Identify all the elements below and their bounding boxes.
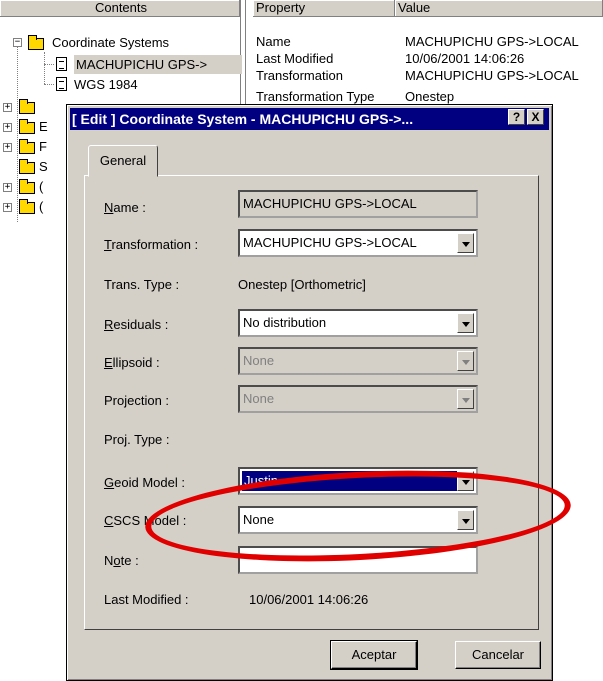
property-name: Transformation [256, 68, 343, 83]
tree-line [44, 64, 54, 65]
cancel-button[interactable]: Cancelar [455, 641, 541, 669]
expand-toggle[interactable]: + [3, 203, 12, 212]
tree-line [44, 84, 54, 85]
transformation-value: MACHUPICHU GPS->LOCAL [243, 235, 417, 250]
trans-type-label: Trans. Type : [104, 277, 180, 292]
property-name: Transformation Type [256, 89, 375, 104]
expand-toggle[interactable]: + [3, 143, 12, 152]
ellipsoid-select: None [238, 347, 478, 375]
chevron-down-icon [457, 351, 474, 371]
ellipsoid-value: None [243, 353, 275, 368]
edit-coordinate-system-dialog: [ Edit ] Coordinate System - MACHUPICHU … [66, 104, 553, 681]
document-icon [56, 77, 67, 91]
residuals-select[interactable]: No distribution [238, 309, 478, 337]
property-name: Name [256, 34, 291, 49]
property-name: Last Modified [256, 51, 334, 66]
note-input[interactable] [238, 546, 478, 574]
property-column-header[interactable]: Property [253, 0, 395, 17]
help-button[interactable]: ? [508, 109, 525, 125]
folder-icon [19, 179, 35, 194]
expand-toggle[interactable]: + [3, 103, 12, 112]
close-button[interactable]: X [527, 109, 544, 125]
dialog-title: [ Edit ] Coordinate System - MACHUPICHU … [72, 111, 414, 127]
contents-header[interactable]: Contents [0, 0, 240, 17]
projection-value: None [243, 391, 275, 406]
geoid-model-select[interactable]: Justin [238, 467, 478, 495]
ok-button[interactable]: Aceptar [330, 640, 418, 670]
cscs-model-label: CSCS Model : [104, 513, 187, 528]
open-folder-icon [28, 35, 44, 50]
last-modified-label: Last Modified : [104, 592, 189, 607]
name-field: MACHUPICHU GPS->LOCAL [238, 190, 478, 218]
tree-item-machupichu[interactable]: MACHUPICHU GPS-> [74, 55, 242, 74]
tree-item-wgs1984[interactable]: WGS 1984 [74, 75, 138, 94]
document-icon [56, 57, 67, 71]
transformation-label: Transformation : [104, 237, 199, 252]
tree-line [44, 52, 45, 84]
transformation-select[interactable]: MACHUPICHU GPS->LOCAL [238, 229, 478, 257]
property-value: Onestep [405, 89, 455, 104]
tree-item-truncated[interactable]: ( [39, 197, 43, 216]
geoid-model-value: Justin [242, 471, 457, 491]
chevron-down-icon[interactable] [457, 313, 474, 333]
folder-icon [19, 139, 35, 154]
name-label: Name : [104, 200, 146, 215]
projection-select: None [238, 385, 478, 413]
folder-icon [19, 99, 35, 114]
note-label: Note : [104, 553, 139, 568]
dialog-title-bar[interactable]: [ Edit ] Coordinate System - MACHUPICHU … [70, 108, 549, 130]
cscs-model-value: None [243, 512, 275, 527]
tree-item-truncated[interactable]: ( [39, 177, 43, 196]
residuals-value: No distribution [243, 315, 327, 330]
tree-item-truncated[interactable]: S [39, 157, 48, 176]
expand-toggle[interactable]: + [3, 183, 12, 192]
chevron-down-icon[interactable] [457, 510, 474, 530]
folder-icon [19, 199, 35, 214]
property-value: MACHUPICHU GPS->LOCAL [405, 68, 579, 83]
folder-icon [19, 159, 35, 174]
value-column-header[interactable]: Value [395, 0, 603, 17]
ellipsoid-label: Ellipsoid : [104, 355, 160, 370]
property-value: 10/06/2001 14:06:26 [405, 51, 525, 66]
proj-type-label: Proj. Type : [104, 432, 170, 447]
tab-general[interactable]: General [88, 145, 158, 177]
folder-icon [19, 119, 35, 134]
property-value: MACHUPICHU GPS->LOCAL [405, 34, 579, 49]
chevron-down-icon [457, 389, 474, 409]
trans-type-value: Onestep [Orthometric] [238, 277, 366, 292]
projection-label: Projection : [104, 393, 170, 408]
tree-item-coordinate-systems[interactable]: Coordinate Systems [52, 33, 169, 52]
last-modified-value: 10/06/2001 14:06:26 [249, 592, 369, 607]
tree-line [17, 44, 18, 222]
geoid-model-label: Geoid Model : [104, 475, 185, 490]
collapse-toggle[interactable]: − [13, 38, 22, 47]
tree-item-truncated[interactable]: E [39, 117, 48, 136]
tree-item-truncated[interactable]: F [39, 137, 47, 156]
chevron-down-icon[interactable] [457, 471, 474, 491]
residuals-label: Residuals : [104, 317, 169, 332]
expand-toggle[interactable]: + [3, 123, 12, 132]
chevron-down-icon[interactable] [457, 233, 474, 253]
cscs-model-select[interactable]: None [238, 506, 478, 534]
